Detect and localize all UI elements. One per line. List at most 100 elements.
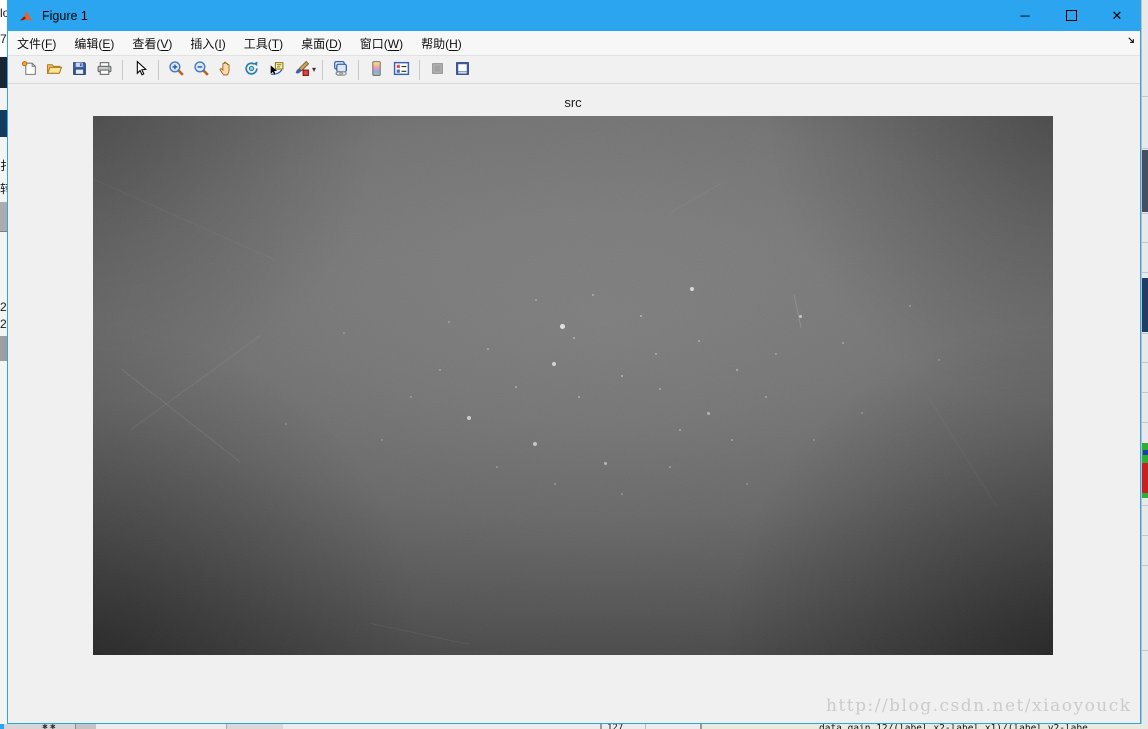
edit-plot-arrow-button[interactable] [129, 58, 152, 81]
divider [1142, 535, 1148, 536]
insert-colorbar-button[interactable] [365, 58, 388, 81]
underlying-color-icon [1142, 463, 1148, 493]
pan-hand-button[interactable] [215, 58, 238, 81]
divider [1142, 392, 1148, 393]
new-figure-icon [21, 60, 38, 80]
divider [1142, 565, 1148, 566]
zoom-out-button[interactable] [190, 58, 213, 81]
dust-speck [775, 353, 777, 355]
divider [1142, 422, 1148, 423]
menu-item-t[interactable]: 工具(T) [235, 32, 292, 55]
toolbar-separator [419, 60, 420, 80]
underlying-bottom-block [76, 724, 96, 729]
divider [1142, 96, 1148, 97]
underlying-fragment: 2 [0, 300, 7, 314]
divider [1142, 148, 1148, 149]
dust-speck [554, 483, 556, 485]
zoom-in-icon [168, 60, 185, 80]
underlying-left-block [0, 202, 7, 232]
menu-item-e[interactable]: 编辑(E) [65, 32, 123, 55]
dropdown-arrow-icon[interactable]: ▾ [312, 65, 316, 74]
underlying-bottom-code-text: data gain 12/(label x2-label x1)/(label … [819, 724, 1088, 729]
data-cursor-icon [268, 60, 285, 80]
dust-speck [487, 348, 489, 350]
menu-item-f[interactable]: 文件(F) [8, 32, 65, 55]
dust-speck [560, 324, 565, 329]
dust-speck [343, 332, 345, 334]
dust-speck [746, 483, 748, 485]
toolbar-separator [322, 60, 323, 80]
rotate-3d-button[interactable] [240, 58, 263, 81]
new-figure-button[interactable] [18, 58, 41, 81]
toolbar-separator [122, 60, 123, 80]
hide-plot-tools-icon [429, 60, 446, 80]
matlab-logo-icon [18, 8, 34, 24]
menu-item-v[interactable]: 查看(V) [123, 32, 181, 55]
menu-item-d[interactable]: 桌面(D) [292, 32, 351, 55]
dust-speck [938, 359, 940, 361]
insert-legend-button[interactable] [390, 58, 413, 81]
underlying-bottom-number: 127 [607, 724, 623, 729]
menu-overflow-icon[interactable] [1126, 35, 1137, 49]
menu-item-w[interactable]: 窗口(W) [351, 32, 412, 55]
divider [645, 724, 646, 729]
dust-speck [655, 353, 657, 355]
pan-hand-icon [218, 60, 235, 80]
hide-plot-tools-button[interactable] [426, 58, 449, 81]
print-figure-icon [96, 60, 113, 80]
open-file-icon [46, 60, 63, 80]
divider [1142, 213, 1148, 214]
toolbar: ▾ [8, 56, 1140, 84]
maximize-icon [1066, 10, 1077, 21]
dust-speck [535, 299, 537, 301]
minimize-button[interactable]: ─ [1002, 0, 1048, 31]
dock-figure-icon [454, 60, 471, 80]
maximize-button[interactable] [1048, 0, 1094, 31]
underlying-color-icon [1143, 450, 1148, 455]
dust-speck [621, 375, 623, 377]
underlying-fragment: 扌 [0, 157, 7, 174]
underlying-fragment: 2 [0, 317, 7, 331]
divider [1142, 362, 1148, 363]
underlying-right-strip [1141, 0, 1148, 729]
divider [600, 724, 602, 729]
zoom-in-button[interactable] [165, 58, 188, 81]
save-figure-icon [71, 60, 88, 80]
divider [1142, 272, 1148, 273]
toolbar-separator [158, 60, 159, 80]
figure-canvas: src http://blog.csdn [8, 84, 1140, 723]
menu-item-h[interactable]: 帮助(H) [412, 32, 471, 55]
watermark-text: http://blog.csdn.net/xiaoyouck [826, 696, 1132, 716]
grayscale-image [93, 116, 1053, 655]
dust-speck [552, 362, 556, 366]
insert-legend-icon [393, 60, 410, 80]
dock-figure-button[interactable] [451, 58, 474, 81]
toolbar-separator [358, 60, 359, 80]
brush-data-button[interactable] [290, 58, 313, 81]
window-controls: ─ ✕ [1002, 0, 1140, 31]
insert-colorbar-icon [368, 60, 385, 80]
underlying-right-block [1142, 150, 1148, 212]
underlying-left-block [0, 57, 7, 88]
underlying-bottom-marks: ✱✱ [42, 724, 58, 729]
data-cursor-button[interactable] [265, 58, 288, 81]
save-figure-button[interactable] [68, 58, 91, 81]
close-button[interactable]: ✕ [1094, 0, 1140, 31]
dust-speck [679, 429, 681, 431]
underlying-fragment: 7 [0, 32, 7, 46]
underlying-fragment: 转 [0, 180, 7, 197]
menu-item-i[interactable]: 插入(I) [181, 32, 234, 55]
link-plots-button[interactable] [329, 58, 352, 81]
print-figure-button[interactable] [93, 58, 116, 81]
titlebar[interactable]: Figure 1 ─ ✕ [8, 0, 1140, 31]
underlying-right-block [1142, 278, 1148, 332]
window-title: Figure 1 [42, 9, 88, 23]
divider [1142, 650, 1148, 651]
dust-speck [604, 462, 607, 465]
zoom-out-icon [193, 60, 210, 80]
open-file-button[interactable] [43, 58, 66, 81]
underlying-bottom-strip: ✱✱ 127 data gain 12/(label x2-label x1)/… [0, 724, 1148, 729]
figure-window: Figure 1 ─ ✕ 文件(F)编辑(E)查看(V)插入(I)工具(T)桌面… [7, 0, 1141, 724]
underlying-left-strip: lo 7 扌 转 2 2 [0, 0, 7, 729]
underlying-left-block [0, 110, 7, 137]
